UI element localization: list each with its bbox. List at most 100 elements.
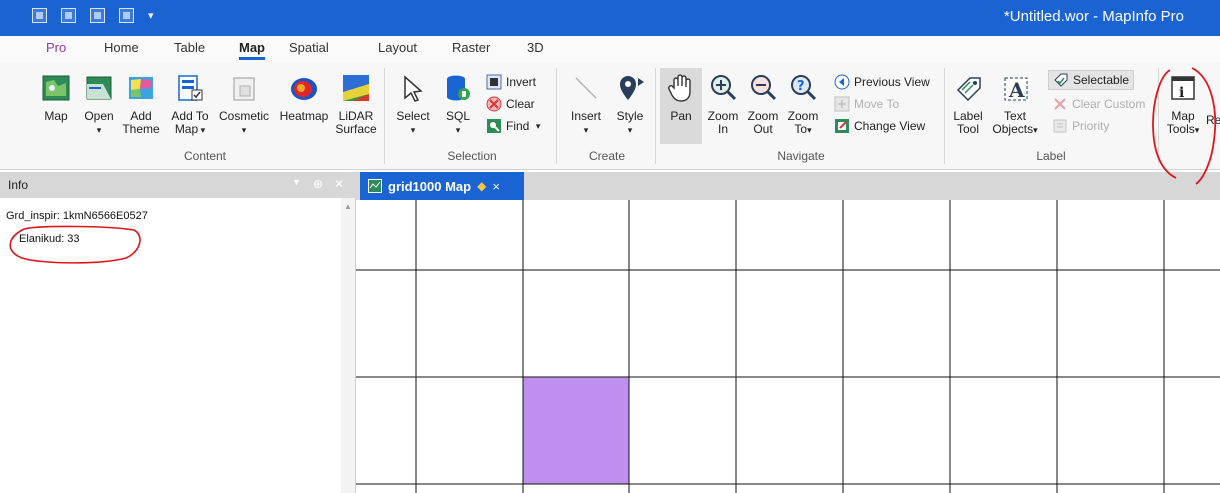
- ribbon: Map Open ▾ Add Theme Add To Map ▾ Cosmetic ▾…: [0, 62, 1220, 170]
- customize-qat-icon[interactable]: ▾: [148, 9, 154, 22]
- theme-map-icon: [129, 77, 153, 99]
- window-title: *Untitled.wor - MapInfo Pro: [1003, 8, 1184, 25]
- close-icon[interactable]: ✕: [334, 177, 344, 191]
- pan-label: Pan: [670, 109, 692, 123]
- invert-button[interactable]: Invert: [486, 72, 536, 92]
- tab-layout[interactable]: Layout: [378, 40, 417, 55]
- tab-pro[interactable]: Pro: [46, 40, 66, 55]
- insert-button[interactable]: Insert ▾: [566, 72, 606, 137]
- svg-text:?: ?: [797, 79, 805, 94]
- find-button[interactable]: Find ▾: [486, 116, 540, 136]
- change-view-label: Change View: [854, 119, 926, 133]
- insert-dropdown-icon: ▾: [583, 125, 589, 135]
- tools-icon[interactable]: [119, 8, 134, 23]
- selection-group-label: Selection: [447, 149, 497, 163]
- info-scrollbar[interactable]: ▲: [341, 198, 355, 493]
- separator: [1158, 68, 1159, 164]
- content-group-label: Content: [183, 149, 227, 163]
- selectable-icon: [1054, 73, 1068, 87]
- tab-table[interactable]: Table: [174, 40, 205, 55]
- scroll-up-icon[interactable]: ▲: [344, 202, 352, 211]
- text-objects-button[interactable]: A Text Objects▾: [990, 72, 1040, 137]
- map-window-icon: [368, 179, 382, 193]
- truncated-button-label: Re: [1206, 114, 1220, 127]
- priority-button[interactable]: Priority: [1052, 116, 1109, 136]
- invert-label: Invert: [506, 75, 537, 89]
- layout-icon[interactable]: [90, 8, 105, 23]
- tab-raster[interactable]: Raster: [452, 40, 490, 55]
- zoom-to-button[interactable]: ? Zoom To▾: [784, 72, 822, 137]
- sql-label: SQL: [445, 109, 470, 123]
- insert-label: Insert: [570, 109, 601, 123]
- label-tool-label-2: Tool: [956, 122, 979, 136]
- cosmetic-layer-icon: [233, 77, 255, 101]
- cosmetic-button[interactable]: Cosmetic ▾: [216, 72, 272, 137]
- info-panel: Grd_inspir: 1kmN6566E0527 Elanikud: 33 ▲: [0, 198, 356, 493]
- move-to-button[interactable]: Move To: [834, 94, 899, 114]
- cosmetic-dropdown-icon: ▾: [241, 125, 247, 135]
- panel-menu-icon[interactable]: ▼: [292, 177, 301, 187]
- change-view-button[interactable]: Change View: [834, 116, 925, 136]
- map-canvas[interactable]: [356, 200, 1220, 493]
- zoom-out-button[interactable]: Zoom Out: [744, 72, 782, 136]
- separator: [655, 68, 656, 164]
- open-dropdown-icon: ▾: [96, 125, 102, 135]
- pin-icon[interactable]: ⊕: [313, 177, 323, 191]
- priority-icon: [1053, 119, 1067, 133]
- heatmap-button[interactable]: Heatmap: [276, 72, 332, 123]
- grid-layer[interactable]: [356, 200, 1220, 493]
- lidar-surface-icon: [343, 75, 369, 101]
- text-objects-label-2: Objects: [992, 122, 1034, 136]
- map-button-label: Map: [44, 109, 68, 123]
- tab-grid1000-map[interactable]: grid1000 Map ◆ ×: [360, 172, 524, 200]
- zoom-in-icon: [711, 75, 737, 101]
- create-group-label: Create: [588, 149, 626, 163]
- lidar-surface-button[interactable]: LiDAR Surface: [334, 72, 378, 136]
- map-tools-label-2: Tools: [1166, 122, 1195, 136]
- open-button-label: Open: [84, 109, 114, 123]
- workspace-icon[interactable]: [32, 8, 47, 23]
- style-button[interactable]: Style ▾: [612, 72, 648, 137]
- zoom-to-label-2: To: [794, 122, 808, 136]
- clear-label: Clear: [506, 97, 535, 111]
- sql-button[interactable]: SQL ▾: [440, 72, 476, 137]
- modified-diamond-icon: ◆: [477, 179, 487, 193]
- tab-spatial[interactable]: Spatial: [289, 40, 329, 55]
- add-theme-label-2: Theme: [122, 122, 160, 136]
- lidar-label-2: Surface: [335, 122, 377, 136]
- pan-button[interactable]: Pan: [660, 68, 702, 144]
- heatmap-label: Heatmap: [279, 109, 329, 123]
- navigate-group-label: Navigate: [777, 149, 825, 163]
- find-label: Find: [506, 119, 530, 133]
- selectable-label: Selectable: [1073, 73, 1130, 87]
- tab-home[interactable]: Home: [104, 40, 139, 55]
- map-tab-close-icon[interactable]: ×: [492, 179, 500, 194]
- pan-hand-icon: [668, 74, 691, 102]
- add-theme-button[interactable]: Add Theme: [120, 72, 162, 136]
- selectable-toggle[interactable]: Selectable: [1048, 70, 1135, 90]
- select-arrow-icon: [404, 75, 423, 102]
- add-to-map-button[interactable]: Add To Map ▾: [170, 72, 210, 137]
- highlighted-grid-cell[interactable]: [523, 377, 629, 484]
- clear-selection-icon: [486, 96, 502, 112]
- add-to-map-icon: [178, 75, 203, 101]
- zoom-in-button[interactable]: Zoom In: [704, 72, 742, 136]
- open-button[interactable]: Open ▾: [80, 72, 118, 137]
- map-button[interactable]: Map: [38, 72, 74, 123]
- clear-custom-button[interactable]: Clear Custom: [1052, 94, 1145, 114]
- zoom-in-label-1: Zoom: [707, 109, 739, 123]
- ribbon-tabs: Pro Home Table Map Spatial Layout Raster…: [0, 36, 1220, 62]
- tab-3d[interactable]: 3D: [527, 40, 544, 55]
- info-panel-header: Info ▼ ⊕ ✕: [0, 172, 356, 198]
- map-tools-button[interactable]: i Map Tools▾: [1164, 72, 1202, 137]
- previous-view-button[interactable]: Previous View: [834, 72, 930, 92]
- zoom-to-label-1: Zoom: [787, 109, 819, 123]
- clear-button[interactable]: Clear: [486, 94, 535, 114]
- lidar-label-1: LiDAR: [338, 109, 374, 123]
- select-button[interactable]: Select ▾: [394, 72, 432, 137]
- new-window-icon[interactable]: [61, 8, 76, 23]
- truncated-button[interactable]: Re: [1206, 114, 1220, 127]
- open-folder-icon: [86, 76, 112, 100]
- label-tool-button[interactable]: Label Tool: [950, 72, 986, 136]
- tab-map[interactable]: Map: [239, 40, 265, 60]
